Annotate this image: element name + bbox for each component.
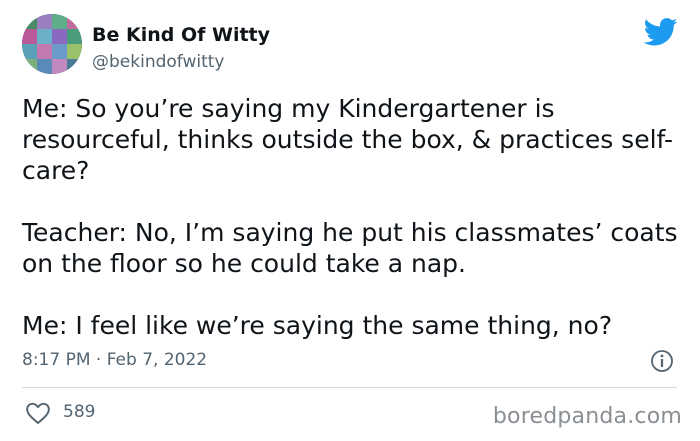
tweet-timestamp[interactable]: 8:17 PM · Feb 7, 2022 (22, 349, 207, 371)
divider (22, 387, 677, 388)
like-count: 589 (63, 402, 96, 422)
tweet-text: Me: So you’re saying my Kindergartener i… (22, 93, 687, 341)
tweet-paragraph: Teacher: No, I’m saying he put his class… (22, 218, 678, 278)
author-handle[interactable]: @bekindofwitty (92, 51, 225, 73)
author-display-name[interactable]: Be Kind Of Witty (92, 23, 270, 47)
tweet-paragraph: Me: So you’re saying my Kindergartener i… (22, 94, 673, 185)
avatar[interactable] (22, 14, 82, 74)
twitter-bird-icon[interactable] (644, 18, 678, 46)
heart-icon[interactable] (25, 401, 51, 425)
tweet-card: Be Kind Of Witty @bekindofwitty Me: So y… (0, 0, 700, 441)
info-icon[interactable] (650, 349, 674, 373)
tweet-paragraph: Me: I feel like we’re saying the same th… (22, 311, 613, 340)
watermark: boredpanda.com (492, 404, 682, 429)
